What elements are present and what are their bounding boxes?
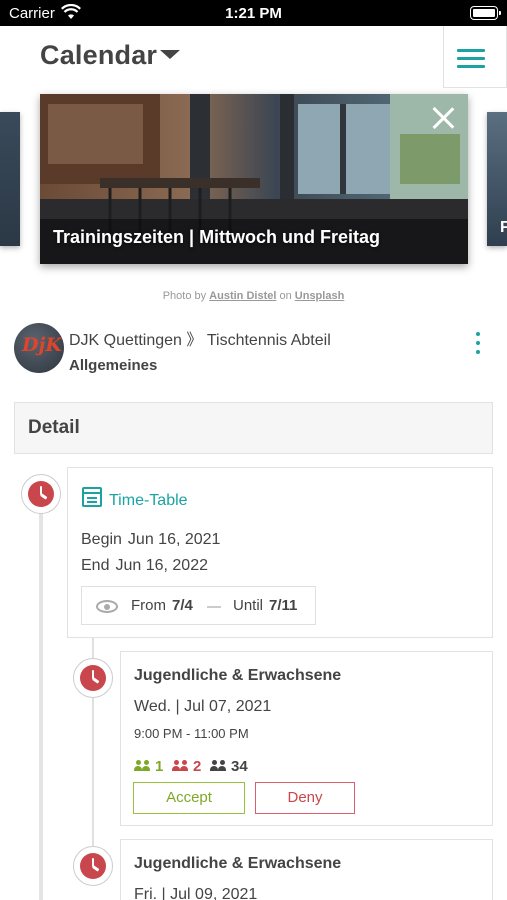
clock-icon [73,846,113,886]
end-row: End Jun 16, 2022 [81,557,208,575]
hero-card[interactable]: Trainingszeiten | Mittwoch und Freitag [40,94,468,264]
battery-icon [470,6,501,20]
begin-value: Jun 16, 2021 [127,531,221,548]
section-header: Detail [14,402,493,454]
credit-site-link[interactable]: Unsplash [295,290,345,302]
end-value: Jun 16, 2022 [115,557,208,574]
begin-label: Begin [81,531,122,548]
credit-middle: on [279,290,292,302]
event-card[interactable]: Jugendliche & Erwachsene Fri. | Jul 09, … [120,839,493,900]
close-icon[interactable] [431,106,455,130]
people-icon [134,760,152,772]
carousel-prev-card[interactable] [0,112,20,246]
week-range-selector[interactable]: From 7/4 Until 7/11 [81,586,316,625]
timetable-label[interactable]: Time-Table [109,492,188,510]
hero-caption: Trainingszeiten | Mittwoch und Freitag [53,227,381,247]
org-group: Allgemeines [69,357,158,374]
org-breadcrumb[interactable]: DJK Quettingen 》 Tischtennis Abteil [69,326,331,350]
deny-button[interactable]: Deny [255,782,355,814]
until-field: Until 7/11 [233,597,297,614]
end-label: End [81,557,110,574]
eye-icon [96,600,118,613]
from-label: From [131,597,166,614]
event-date: Wed. | Jul 07, 2021 [134,698,272,715]
event-title: Jugendliche & Erwachsene [134,855,342,872]
event-time: 9:00 PM - 11:00 PM [134,726,249,741]
from-field: From 7/4 [131,597,193,614]
people-icon [210,760,228,772]
photo-credit: Photo by Austin Distel on Unsplash [0,290,507,302]
more-vertical-icon[interactable] [474,332,482,354]
avatar-logo-text: DjK [22,334,62,356]
hamburger-menu-icon[interactable] [443,26,507,88]
event-title: Jugendliche & Erwachsene [134,667,342,684]
credit-author-link[interactable]: Austin Distel [209,290,276,302]
from-value: 7/4 [172,597,193,614]
people-icon [172,760,190,772]
chevron-down-icon[interactable] [160,50,180,59]
clock-icon [73,658,113,698]
event-card[interactable]: Jugendliche & Erwachsene Wed. | Jul 07, … [120,651,493,826]
next-card-caption: F [500,219,507,236]
credit-prefix: Photo by [162,290,207,302]
until-label: Until [233,597,264,614]
section-title: Detail [28,417,80,438]
accept-button[interactable]: Accept [133,782,245,814]
until-value: 7/11 [269,597,298,614]
page-title[interactable]: Calendar [40,40,157,71]
event-date: Fri. | Jul 09, 2021 [134,886,258,900]
range-divider [207,606,221,608]
clock-time: 1:21 PM [225,5,282,22]
avatar[interactable]: DjK [14,323,64,373]
accepted-count: 1 [134,758,163,775]
app-header: Calendar [0,26,507,92]
timetable-card: Time-Table Begin Jun 16, 2021 End Jun 16, … [67,467,493,638]
calendar-icon [82,487,102,507]
begin-row: Begin Jun 16, 2021 [81,531,220,549]
timeline-line [39,512,43,900]
status-bar: Carrier 1:21 PM [0,0,507,26]
carousel-next-card[interactable]: F [487,112,507,246]
clock-icon [21,474,61,514]
total-count: 34 [210,758,248,775]
declined-count: 2 [172,758,201,775]
